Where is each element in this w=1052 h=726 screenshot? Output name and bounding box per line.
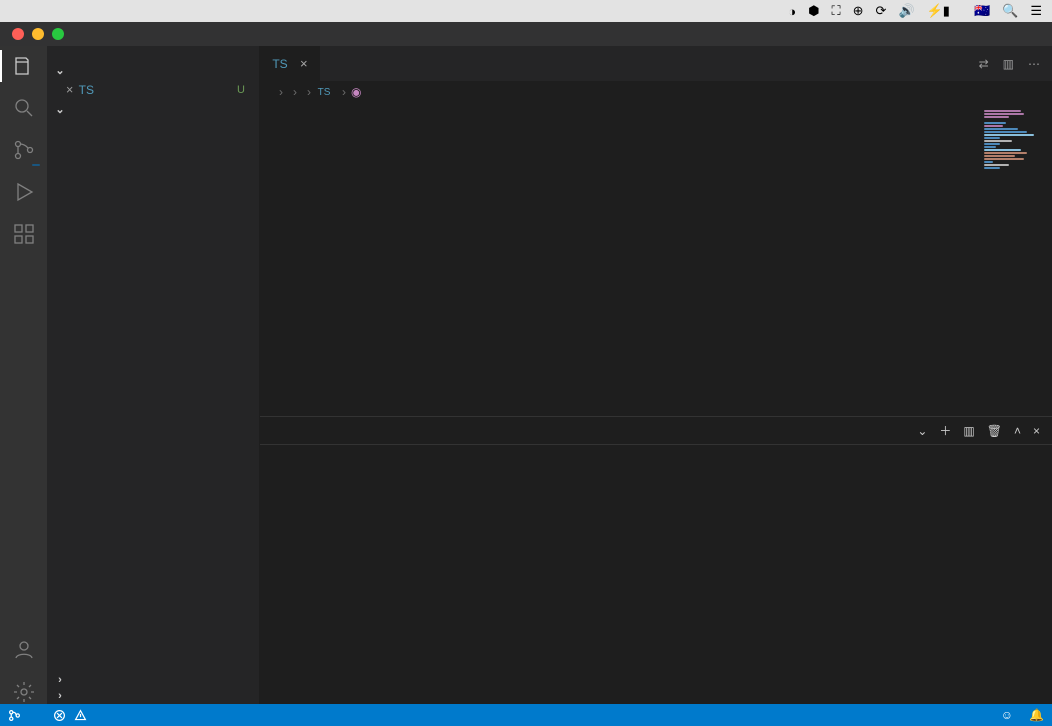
breadcrumbs[interactable]: › › › TS › ◉ <box>260 81 1052 103</box>
ts-icon: TS <box>272 57 288 71</box>
compare-icon[interactable]: ⇄ <box>979 57 989 71</box>
ts-icon: TS <box>316 87 332 98</box>
maximize-panel-icon[interactable]: ˄ <box>1014 424 1021 438</box>
close-button[interactable] <box>12 28 24 40</box>
chevron-down-icon[interactable]: ⌄ <box>917 424 927 438</box>
status-flag-icon[interactable]: 🇦🇺 <box>974 3 990 19</box>
status-docker-icon[interactable]: ◑ <box>788 4 796 19</box>
explorer-icon[interactable] <box>12 54 36 78</box>
chevron-down-icon: ⌄ <box>54 103 66 116</box>
status-spotlight-icon[interactable]: 🔍 <box>1002 3 1018 19</box>
run-debug-icon[interactable] <box>12 180 36 204</box>
sidebar-title <box>48 46 259 62</box>
close-icon[interactable]: × <box>66 83 73 97</box>
status-control-icon[interactable]: ☰ <box>1030 3 1042 19</box>
minimap[interactable] <box>964 103 1052 416</box>
open-editor-item[interactable]: × TS U <box>48 79 259 101</box>
minimize-button[interactable] <box>32 28 44 40</box>
chevron-right-icon: › <box>54 690 66 702</box>
search-icon[interactable] <box>12 96 36 120</box>
accounts-icon[interactable] <box>12 638 36 662</box>
tab-bar: TS × ⇄ ▥ ⋯ <box>260 46 1052 81</box>
status-app-icon[interactable]: ⬢ <box>808 3 819 19</box>
settings-gear-icon[interactable] <box>12 680 36 704</box>
gutter <box>260 103 312 416</box>
titlebar <box>0 22 1052 46</box>
status-globe-icon[interactable]: ⊕ <box>853 3 864 19</box>
project-header[interactable]: ⌄ <box>48 101 259 118</box>
branch-indicator[interactable] <box>8 709 25 722</box>
trash-icon[interactable]: 🗑 <box>987 424 1002 438</box>
editor-group: TS × ⇄ ▥ ⋯ › › › TS › ◉ <box>260 46 1052 704</box>
outline-header[interactable]: › <box>48 672 259 688</box>
chevron-right-icon: › <box>54 674 66 686</box>
tab-app-tsx[interactable]: TS × <box>260 46 321 81</box>
status-volume-icon[interactable]: 🔊 <box>898 3 914 19</box>
maximize-button[interactable] <box>52 28 64 40</box>
status-sync-icon[interactable]: ⟳ <box>876 3 887 19</box>
status-battery[interactable]: ⚡▮ <box>927 3 950 19</box>
macos-menubar: ◑ ⬢ ⛶ ⊕ ⟳ 🔊 ⚡▮ 🇦🇺 🔍 ☰ <box>0 0 1052 22</box>
split-icon[interactable]: ▥ <box>1003 57 1014 71</box>
code-content[interactable] <box>312 103 1052 416</box>
problems-indicator[interactable] <box>53 709 91 722</box>
new-terminal-icon[interactable]: ＋ <box>939 422 951 439</box>
status-bar: ☺ 🔔 <box>0 704 1052 726</box>
terminal-body[interactable] <box>260 445 1052 704</box>
scm-badge <box>32 164 40 166</box>
split-terminal-icon[interactable]: ▥ <box>963 424 974 438</box>
open-editors-header[interactable]: ⌄ <box>48 62 259 79</box>
source-control-icon[interactable] <box>12 138 36 162</box>
extensions-icon[interactable] <box>12 222 36 246</box>
feedback-icon[interactable]: ☺ <box>1001 708 1013 722</box>
panel: ⌄ ＋ ▥ 🗑 ˄ × <box>260 416 1052 704</box>
ts-icon: TS <box>78 83 94 97</box>
close-icon[interactable]: × <box>300 56 308 71</box>
activity-bar <box>0 46 48 704</box>
more-icon[interactable]: ⋯ <box>1028 57 1040 71</box>
sidebar: ⌄ × TS U ⌄ › › <box>48 46 260 704</box>
chevron-down-icon: ⌄ <box>54 64 66 77</box>
bell-icon[interactable]: 🔔 <box>1029 708 1044 722</box>
status-screen-icon[interactable]: ⛶ <box>832 3 841 19</box>
timeline-header[interactable]: › <box>48 688 259 704</box>
close-panel-icon[interactable]: × <box>1033 424 1040 438</box>
symbol-icon: ◉ <box>351 85 361 99</box>
